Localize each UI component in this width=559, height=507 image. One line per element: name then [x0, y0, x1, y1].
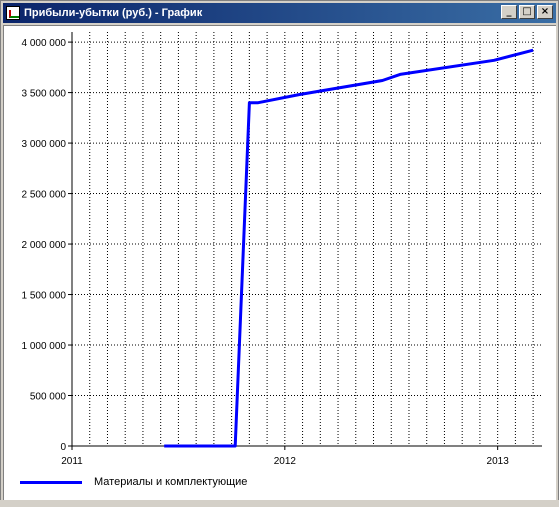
minimize-button[interactable]: _	[501, 5, 517, 19]
maximize-button[interactable]: □	[519, 5, 535, 19]
series-line	[164, 48, 534, 448]
y-tick-label: 1 000 000	[22, 341, 67, 352]
chart-app-icon	[6, 6, 20, 20]
y-tick-label: 3 500 000	[22, 89, 67, 100]
chart-legend: Материалы и комплектующие	[20, 474, 247, 490]
x-tick-label: 2011	[61, 456, 83, 467]
y-tick-label: 2 000 000	[22, 240, 67, 251]
background-strip	[0, 500, 559, 506]
x-tick-label: 2012	[274, 456, 297, 467]
window-controls: _ □ ×	[501, 5, 553, 19]
chart-area: 0 500 000 1 000 000 1 500 000 2 000 000 2 500…	[3, 25, 556, 503]
y-tick-label: 1 500 000	[22, 291, 67, 302]
y-tick-label: 4 000 000	[22, 38, 67, 49]
x-tick-label: 2013	[487, 456, 510, 467]
line-chart: 0 500 000 1 000 000 1 500 000 2 000 000 2 500…	[22, 32, 542, 467]
y-tick-label: 0	[60, 442, 66, 453]
legend-label: Материалы и комплектующие	[94, 476, 248, 488]
y-tick-label: 3 000 000	[22, 139, 67, 150]
title-bar[interactable]: Прибыли-убытки (руб.) - График _ □ ×	[3, 3, 556, 23]
legend-swatch	[20, 480, 82, 484]
window-title: Прибыли-убытки (руб.) - График	[24, 7, 203, 19]
close-button[interactable]: ×	[537, 5, 553, 19]
y-tick-label: 2 500 000	[22, 190, 67, 201]
chart-window: Прибыли-убытки (руб.) - График _ □ × 0 50…	[0, 0, 559, 506]
y-tick-label: 500 000	[30, 392, 67, 403]
